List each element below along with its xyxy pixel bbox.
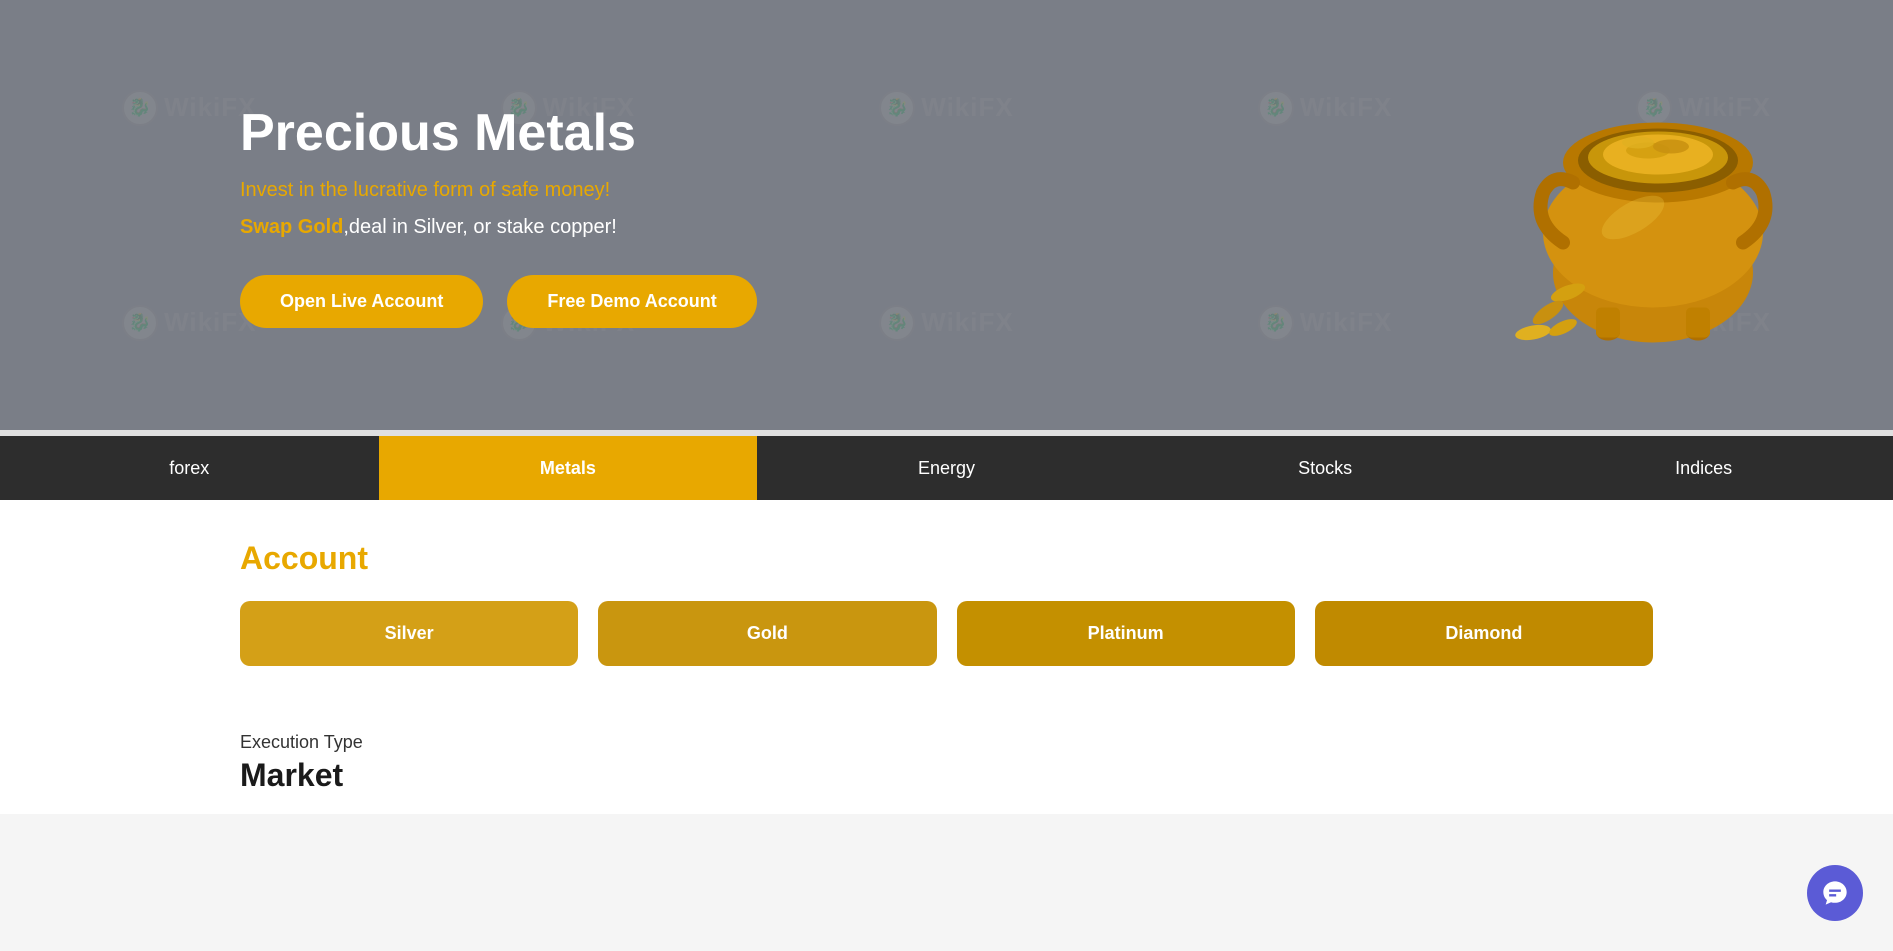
wm-icon: 🐉: [879, 90, 915, 126]
execution-section: Execution Type Market: [0, 732, 1893, 814]
account-type-gold[interactable]: Gold: [598, 601, 936, 666]
wm-icon: 🐉: [1258, 305, 1294, 341]
open-live-account-button[interactable]: Open Live Account: [240, 275, 483, 328]
account-section: Account Silver Gold Platinum Diamond: [0, 500, 1893, 732]
hero-title: Precious Metals: [240, 103, 757, 163]
wm-icon: 🐉: [879, 305, 915, 341]
tab-stocks[interactable]: Stocks: [1136, 436, 1515, 500]
account-section-title: Account: [240, 540, 1653, 577]
hero-subtitle: Invest in the lucrative form of safe mon…: [240, 179, 757, 202]
hero-section: 🐉 WikiFX 🐉 WikiFX 🐉 WikiFX 🐉 WikiFX: [0, 0, 1893, 430]
watermark-3: 🐉 WikiFX: [757, 0, 1136, 215]
account-type-silver[interactable]: Silver: [240, 601, 578, 666]
tab-metals[interactable]: Metals: [379, 436, 758, 500]
hero-desc-rest: ,deal in Silver, or stake copper!: [343, 216, 616, 238]
tab-energy[interactable]: Energy: [757, 436, 1136, 500]
execution-type-value: Market: [240, 757, 1653, 794]
wm-icon: 🐉: [1258, 90, 1294, 126]
gold-pot-svg: [1513, 63, 1793, 363]
hero-buttons: Open Live Account Free Demo Account: [240, 275, 757, 328]
tab-forex[interactable]: forex: [0, 436, 379, 500]
free-demo-account-button[interactable]: Free Demo Account: [507, 275, 756, 328]
hero-content: Precious Metals Invest in the lucrative …: [0, 103, 757, 328]
account-type-platinum[interactable]: Platinum: [957, 601, 1295, 666]
watermark-8: 🐉 WikiFX: [757, 215, 1136, 430]
chat-icon: [1821, 879, 1849, 907]
hero-gold-pot-image: [1513, 63, 1793, 368]
nav-tabs: forex Metals Energy Stocks Indices: [0, 436, 1893, 500]
account-type-diamond[interactable]: Diamond: [1315, 601, 1653, 666]
hero-desc-gold: Swap Gold: [240, 216, 343, 238]
account-types-list: Silver Gold Platinum Diamond: [240, 601, 1653, 666]
chat-button[interactable]: [1807, 865, 1863, 921]
watermark-9: 🐉 WikiFX: [1136, 215, 1515, 430]
hero-description: Swap Gold,deal in Silver, or stake coppe…: [240, 216, 757, 239]
watermark-4: 🐉 WikiFX: [1136, 0, 1515, 215]
tab-indices[interactable]: Indices: [1514, 436, 1893, 500]
execution-type-label: Execution Type: [240, 732, 1653, 753]
